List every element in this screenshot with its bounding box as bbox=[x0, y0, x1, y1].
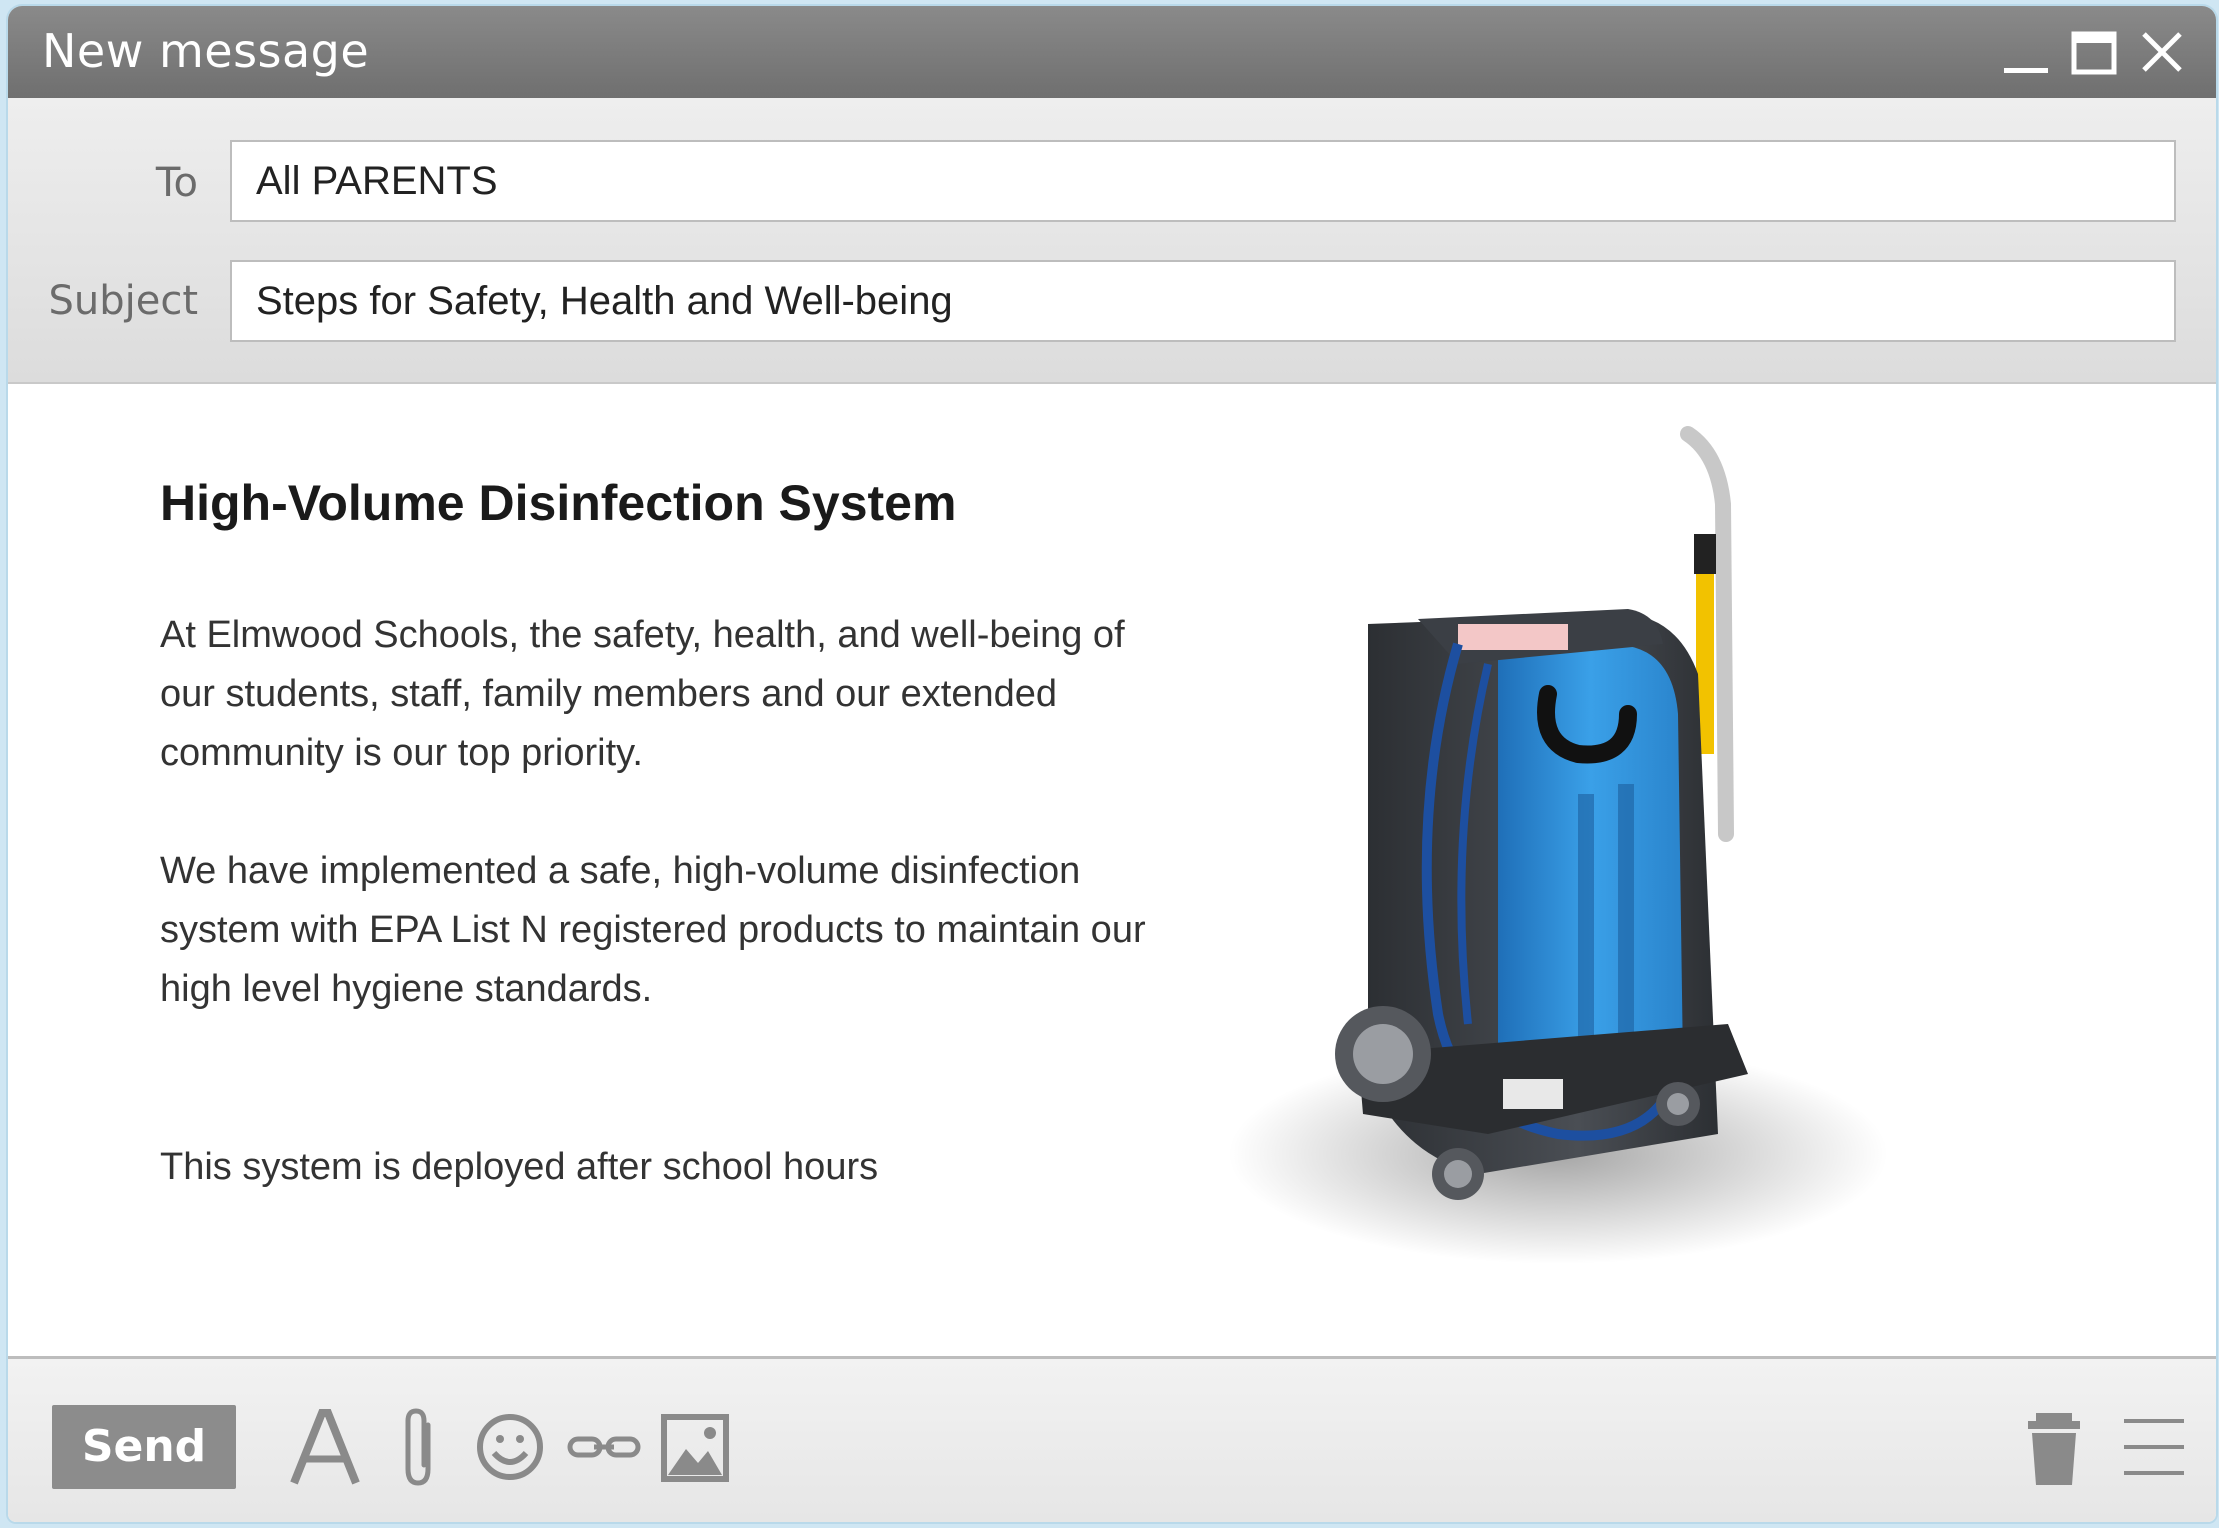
menu-icon bbox=[2124, 1419, 2184, 1475]
attachment-icon bbox=[405, 1408, 431, 1486]
emoji-button[interactable] bbox=[470, 1403, 550, 1491]
font-button[interactable] bbox=[284, 1403, 364, 1491]
maximize-button[interactable] bbox=[2066, 24, 2122, 80]
attach-button[interactable] bbox=[380, 1403, 460, 1491]
minimize-icon bbox=[2004, 68, 2048, 73]
link-icon bbox=[567, 1436, 641, 1458]
body-paragraph-3: This system is deployed after school hou… bbox=[160, 1146, 879, 1188]
more-options-button[interactable] bbox=[2114, 1403, 2194, 1491]
disinfection-machine-image bbox=[1158, 414, 1978, 1314]
message-header: To All PARENTS Subject Steps for Safety,… bbox=[8, 98, 2216, 384]
close-icon bbox=[2142, 32, 2182, 72]
body-paragraph-1: At Elmwood Schools, the safety, health, … bbox=[160, 614, 1125, 774]
link-button[interactable] bbox=[564, 1403, 644, 1491]
send-button[interactable]: Send bbox=[52, 1405, 236, 1489]
trash-icon bbox=[2028, 1413, 2080, 1485]
subject-field[interactable]: Steps for Safety, Health and Well-being bbox=[230, 260, 2176, 342]
font-icon bbox=[290, 1409, 360, 1485]
image-icon bbox=[661, 1414, 729, 1482]
to-field[interactable]: All PARENTS bbox=[230, 140, 2176, 222]
to-label: To bbox=[155, 160, 198, 206]
minimize-button[interactable] bbox=[1998, 24, 2054, 80]
insert-image-button[interactable] bbox=[656, 1403, 736, 1491]
delete-button[interactable] bbox=[2014, 1403, 2094, 1491]
title-bar: New message bbox=[8, 6, 2216, 98]
compose-window: New message To All PARENTS Subject Steps… bbox=[8, 6, 2216, 1522]
maximize-icon bbox=[2071, 31, 2117, 75]
close-button[interactable] bbox=[2134, 24, 2190, 80]
message-body[interactable]: High-Volume Disinfection System At Elmwo… bbox=[8, 384, 2216, 1356]
body-paragraph-2: We have implemented a safe, high-volume … bbox=[160, 850, 1146, 1010]
window-title: New message bbox=[42, 24, 370, 78]
subject-label: Subject bbox=[48, 278, 198, 324]
compose-toolbar: Send bbox=[8, 1356, 2216, 1522]
emoji-icon bbox=[477, 1414, 543, 1480]
body-heading: High-Volume Disinfection System bbox=[160, 475, 957, 531]
